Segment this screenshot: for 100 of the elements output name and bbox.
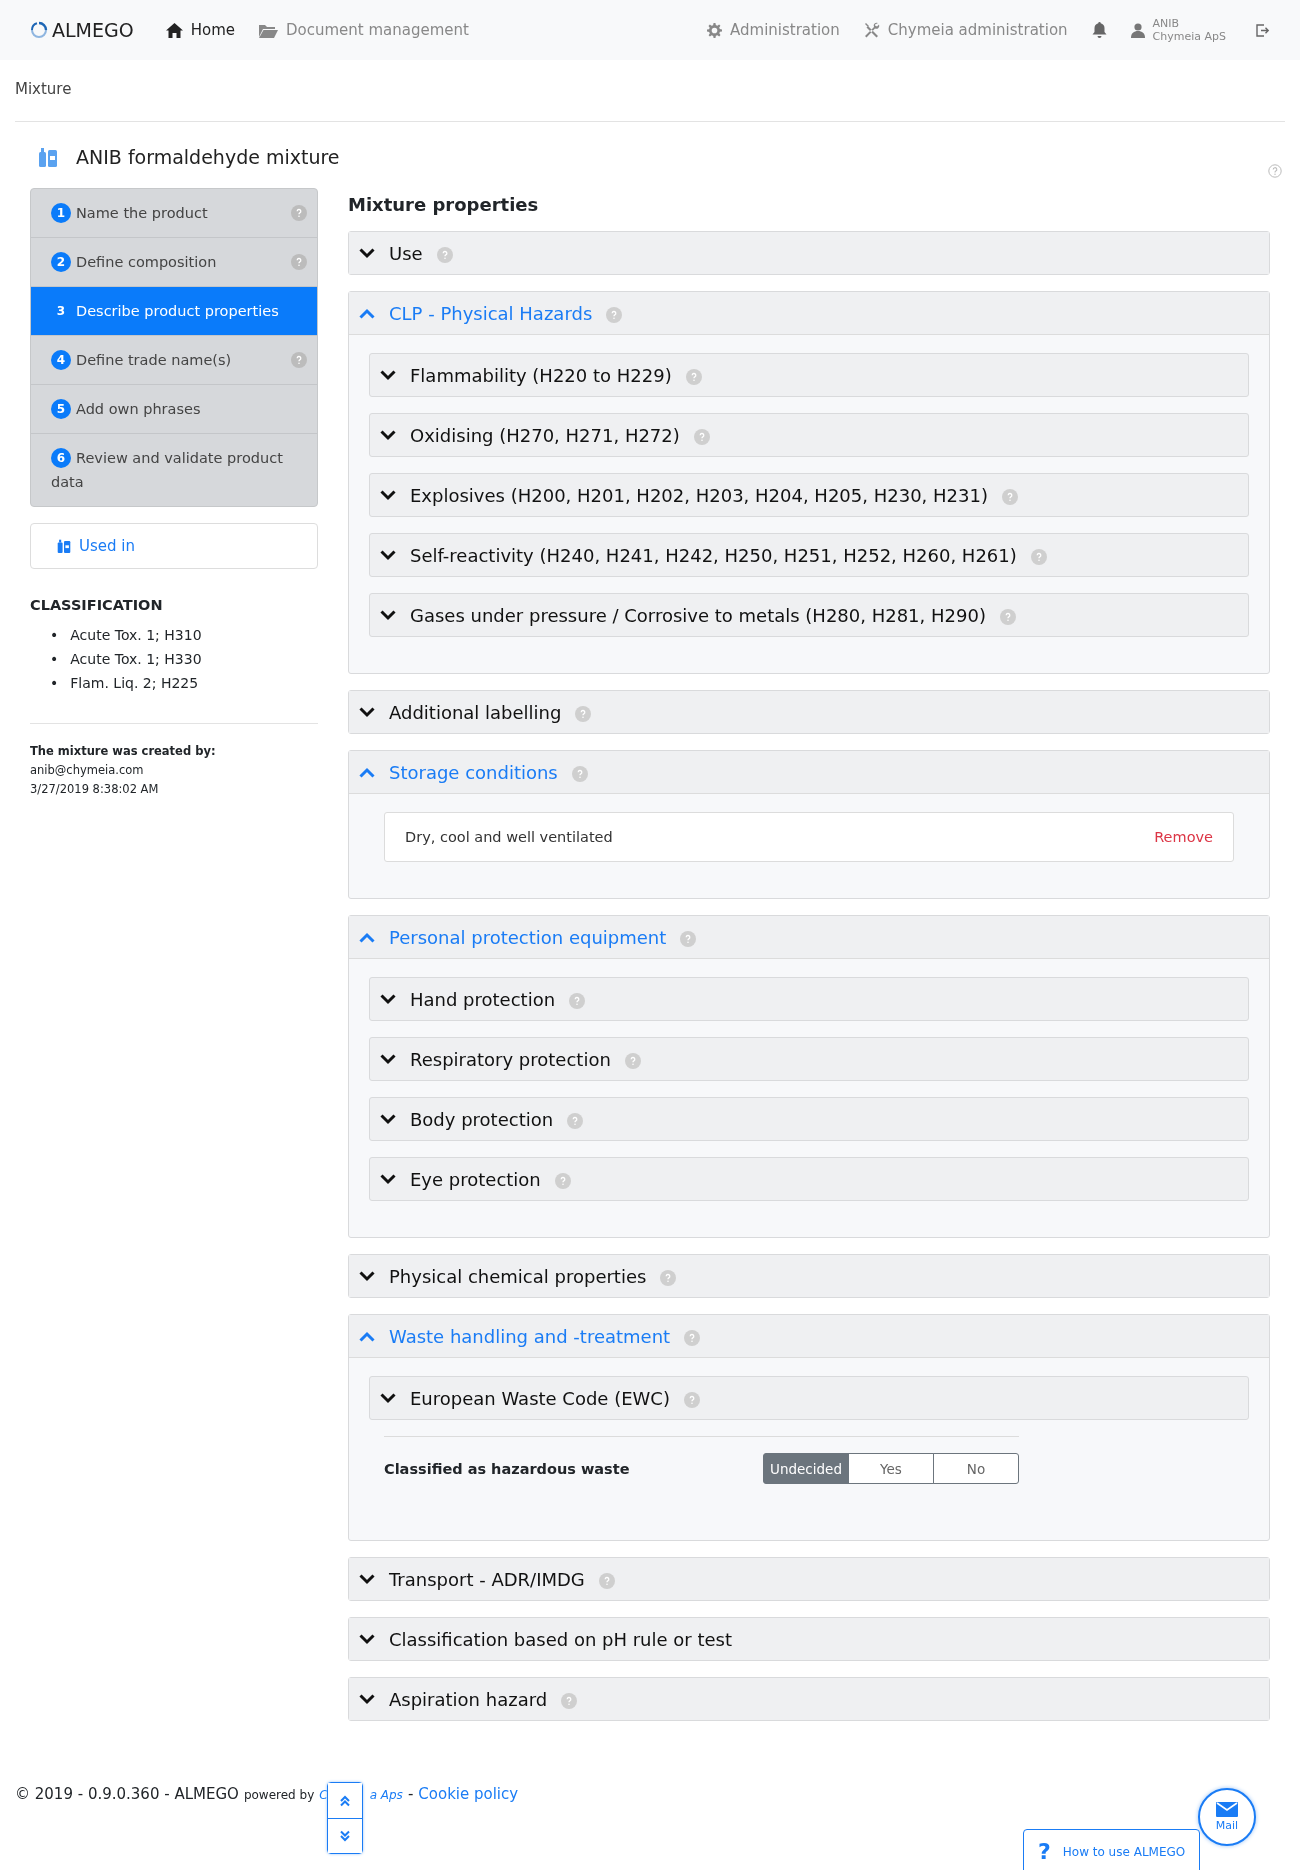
chevron-down-icon: [380, 489, 396, 501]
accordion-header[interactable]: Additional labelling: [349, 691, 1269, 733]
classification-item: Acute Tox. 1; H330: [70, 650, 202, 669]
ring-logo-icon: [30, 21, 48, 39]
accordion-header[interactable]: Oxidising (H270, H271, H272): [369, 413, 1249, 457]
accordion-header[interactable]: Storage conditions: [349, 751, 1269, 794]
breadcrumb: Mixture: [15, 60, 1285, 122]
bell-icon[interactable]: [1091, 22, 1107, 38]
help-tab[interactable]: ? How to use ALMEGO: [1023, 1829, 1200, 1870]
home-icon: [165, 22, 183, 38]
user-menu[interactable]: ANIB Chymeia ApS: [1130, 17, 1226, 43]
nav-link[interactable]: Home: [165, 21, 235, 39]
step-item[interactable]: 5 Add own phrases: [31, 385, 317, 434]
accordion-header[interactable]: Use: [349, 232, 1269, 274]
accordion-header[interactable]: Self-reactivity (H240, H241, H242, H250, H251, H252, H260, H261): [369, 533, 1249, 577]
option-button[interactable]: Undecided: [763, 1453, 849, 1484]
user-name: ANIB: [1152, 17, 1181, 30]
chevron-down-icon: [380, 369, 396, 381]
accordion-header[interactable]: Gases under pressure / Corrosive to metals (H280, H281, H290): [369, 593, 1249, 637]
logo[interactable]: ALMEGO: [30, 19, 134, 41]
help-icon[interactable]: [683, 1392, 700, 1408]
accordion-header[interactable]: Body protection: [369, 1097, 1249, 1141]
step-number: 2: [51, 252, 71, 272]
step-item[interactable]: 3 Describe product properties: [31, 287, 317, 336]
phrase-text: Dry, cool and well ventilated: [405, 829, 613, 845]
accordion-header[interactable]: Flammability (H220 to H229): [369, 353, 1249, 397]
option-button[interactable]: No: [933, 1453, 1019, 1484]
accordion-header[interactable]: Aspiration hazard: [349, 1678, 1269, 1720]
accordion-header[interactable]: European Waste Code (EWC): [369, 1376, 1249, 1420]
help-icon[interactable]: [567, 1113, 584, 1129]
help-icon[interactable]: [684, 1330, 701, 1346]
accordion-header[interactable]: Respiratory protection: [369, 1037, 1249, 1081]
chevron-down-icon: [380, 429, 396, 441]
help-icon[interactable]: [693, 429, 710, 445]
help-icon[interactable]: [680, 931, 697, 947]
chevron-down-icon: [359, 1693, 375, 1705]
company-link[interactable]: a Aps: [369, 1788, 403, 1802]
help-icon[interactable]: [1030, 549, 1047, 565]
help-icon[interactable]: [569, 993, 586, 1009]
accordion-header[interactable]: Waste handling and -treatment: [349, 1315, 1269, 1358]
help-icon[interactable]: [685, 369, 702, 385]
bullet: •: [50, 650, 59, 669]
scroll-down-button[interactable]: [328, 1818, 363, 1853]
cookie-policy-link[interactable]: Cookie policy: [418, 1785, 519, 1803]
remove-link[interactable]: Remove: [1154, 829, 1213, 845]
chevron-down-icon: [380, 1113, 396, 1125]
chevron-down-icon: [380, 1053, 396, 1065]
help-icon[interactable]: [1001, 489, 1018, 505]
accordion-header[interactable]: Hand protection: [369, 977, 1249, 1021]
help-icon[interactable]: [660, 1270, 677, 1286]
logo-text: ALMEGO: [52, 19, 134, 41]
folder-icon: [258, 22, 278, 38]
used-in-link[interactable]: Used in: [30, 523, 318, 569]
company-link[interactable]: C: [319, 1788, 328, 1802]
step-item[interactable]: 1 Name the product: [31, 189, 317, 238]
question-icon: ?: [1038, 1839, 1051, 1864]
help-icon[interactable]: [999, 609, 1016, 625]
logout-icon[interactable]: [1256, 23, 1270, 37]
help-icon[interactable]: [571, 766, 588, 782]
accordion-header[interactable]: CLP - Physical Hazards: [349, 292, 1269, 335]
help-icon[interactable]: [624, 1053, 641, 1069]
chevron-down-icon: [380, 549, 396, 561]
accordion-header[interactable]: Physical chemical properties: [349, 1255, 1269, 1297]
accordion-header[interactable]: Personal protection equipment: [349, 916, 1269, 959]
step-number: 3: [55, 303, 67, 320]
classification-item: Acute Tox. 1; H310: [70, 626, 202, 645]
chevron-down-icon: [359, 247, 375, 259]
step-item[interactable]: 6 Review and validate product data: [31, 434, 317, 506]
chevron-down-icon: [359, 1633, 375, 1645]
accordion-header[interactable]: Explosives (H200, H201, H202, H203, H204, H205, H230, H231): [369, 473, 1249, 517]
help-icon[interactable]: [554, 1173, 571, 1189]
accordion-header[interactable]: Classification based on pH rule or test: [349, 1618, 1269, 1660]
page-title: ANIB formaldehyde mixture: [76, 146, 340, 168]
help-icon[interactable]: [1268, 164, 1282, 178]
option-button[interactable]: Yes: [848, 1453, 934, 1484]
created-date: 3/27/2019 8:38:02 AM: [30, 781, 160, 798]
help-icon[interactable]: [291, 205, 307, 221]
chevron-down-icon: [359, 1270, 375, 1282]
classification-item: Flam. Liq. 2; H225: [70, 674, 199, 693]
accordion-header[interactable]: Transport - ADR/IMDG: [349, 1558, 1269, 1600]
separator-text: -: [407, 1785, 414, 1803]
help-icon[interactable]: [598, 1573, 615, 1589]
mail-button[interactable]: Mail: [1198, 1788, 1256, 1846]
chevron-down-icon: [359, 1573, 375, 1585]
help-icon[interactable]: [575, 706, 592, 722]
step-item[interactable]: 4 Define trade name(s): [31, 336, 317, 385]
copyright-text: © 2019 - 0.9.0.360 - ALMEGO: [15, 1785, 239, 1803]
help-icon[interactable]: [606, 307, 623, 323]
chevron-down-icon: [359, 706, 375, 718]
section-heading: Mixture properties: [348, 194, 540, 215]
scroll-up-button[interactable]: [328, 1783, 363, 1818]
creator-email: anib@chymeia.com: [30, 762, 145, 779]
help-icon[interactable]: [291, 254, 307, 270]
step-number: 5: [51, 399, 71, 419]
help-icon[interactable]: [291, 352, 307, 368]
bullet: •: [50, 626, 59, 645]
help-icon[interactable]: [436, 247, 453, 263]
help-icon[interactable]: [561, 1693, 578, 1709]
accordion-header[interactable]: Eye protection: [369, 1157, 1249, 1201]
chevron-up-icon: [359, 931, 375, 943]
